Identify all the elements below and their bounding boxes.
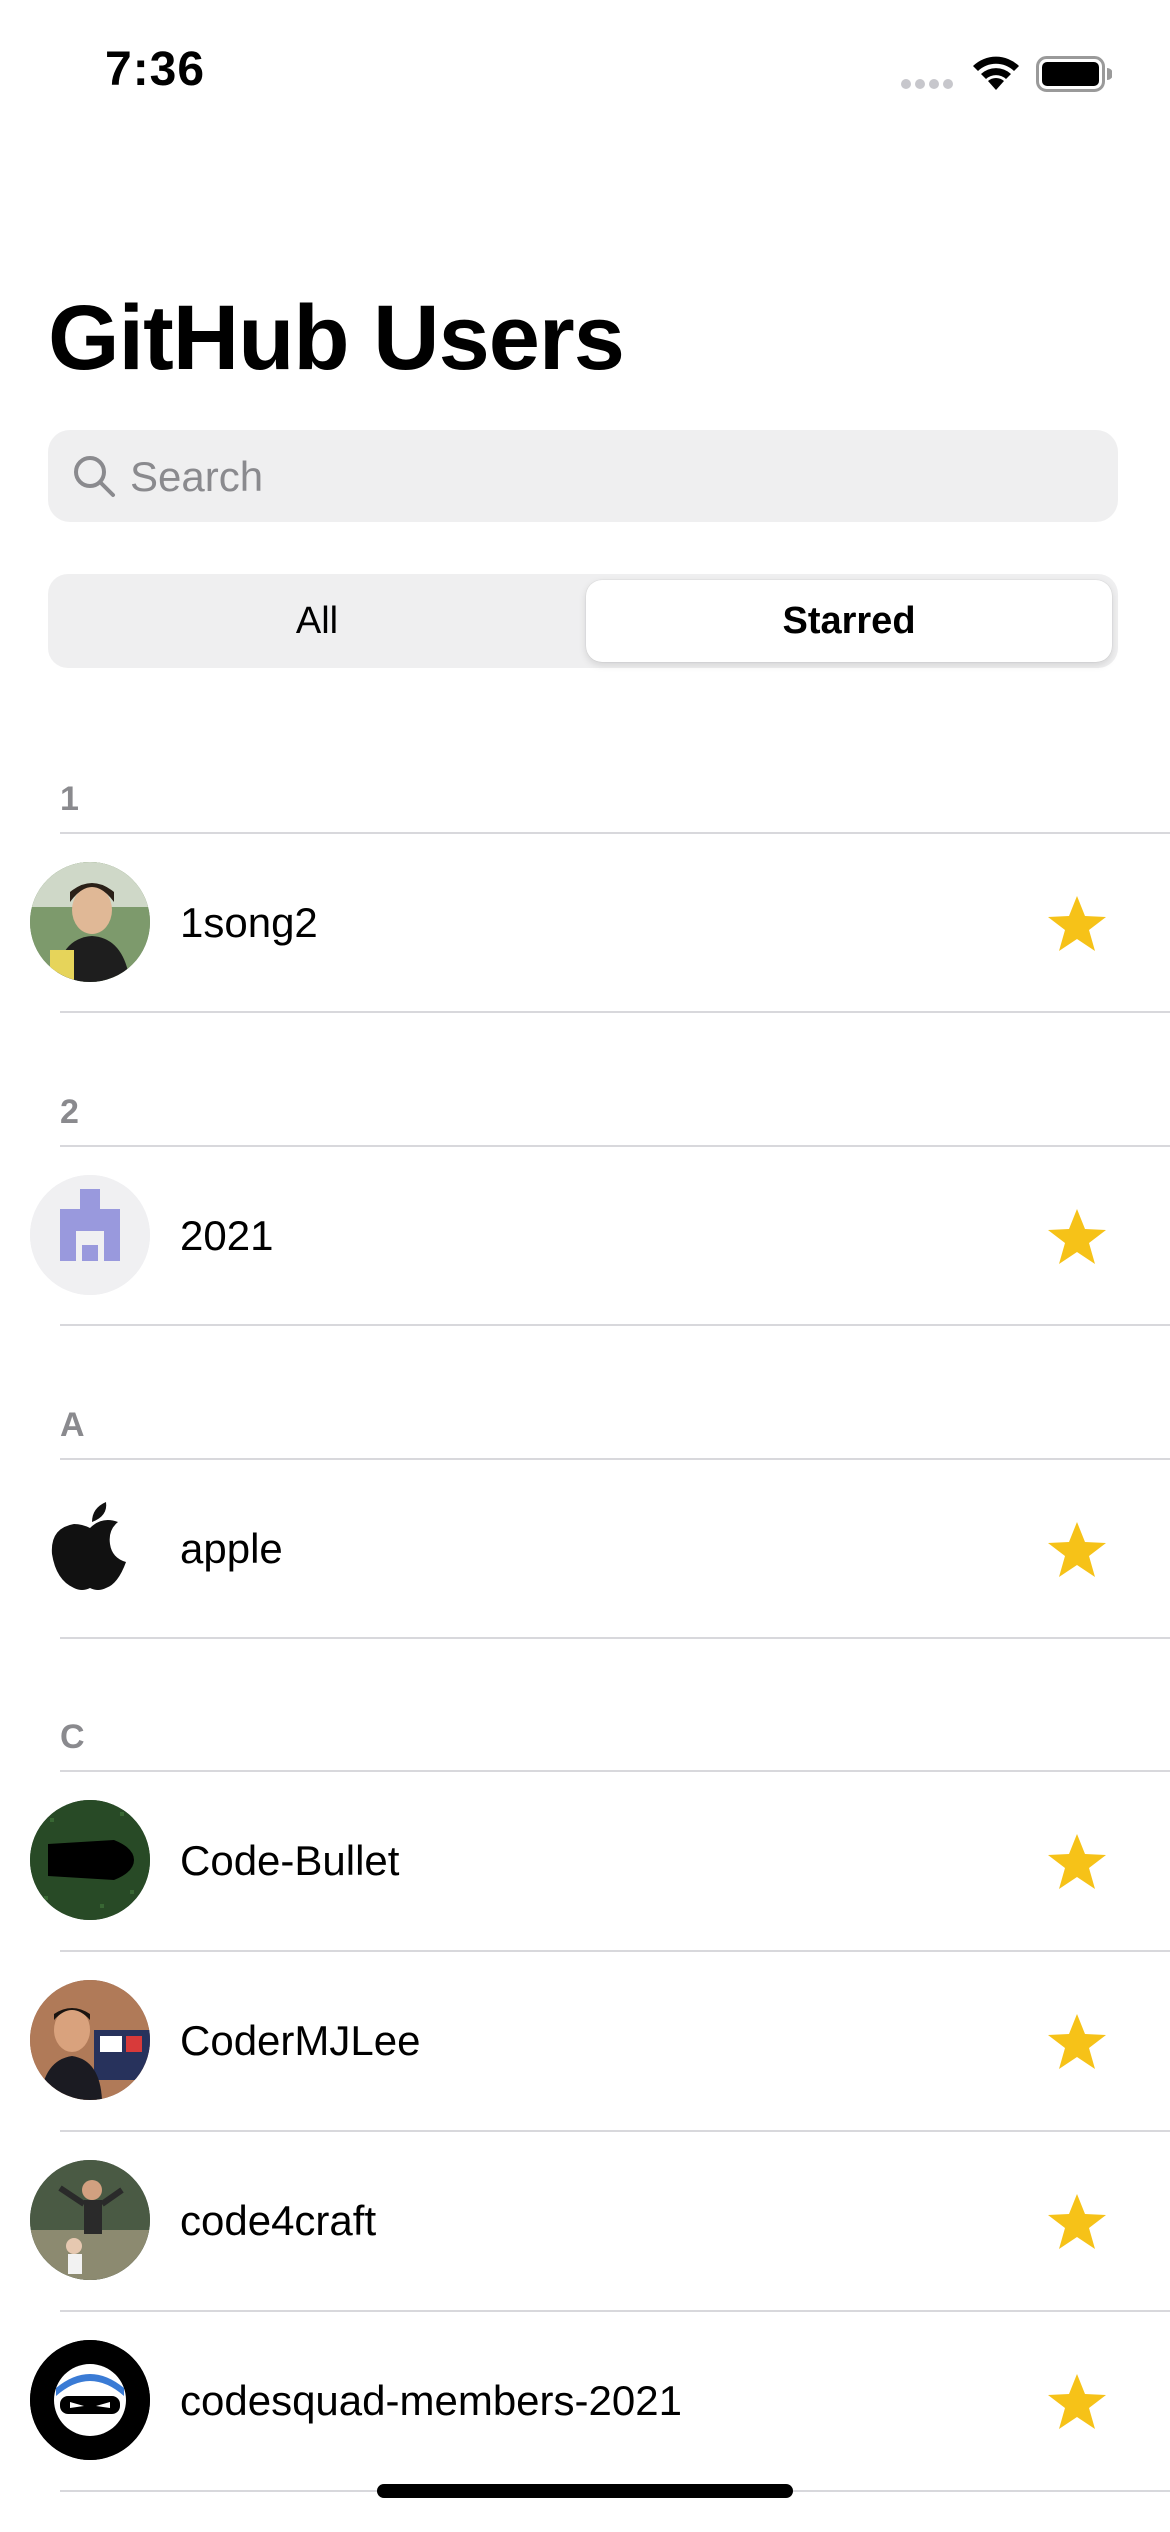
user-login: code4craft	[180, 2197, 377, 2244]
list-item[interactable]: code4craft	[0, 2132, 1170, 2310]
list-item[interactable]: 1song2	[0, 834, 1170, 1012]
home-indicator[interactable]	[377, 2484, 793, 2498]
section-header-2: 2	[60, 1093, 79, 1131]
star-icon[interactable]	[1046, 1832, 1108, 1892]
segment-starred[interactable]: Starred	[586, 580, 1112, 662]
filter-segmented-control: All Starred	[48, 574, 1118, 668]
avatar	[30, 1980, 150, 2100]
divider	[60, 1011, 1170, 1013]
wifi-icon	[973, 56, 1019, 90]
segment-all[interactable]: All	[54, 580, 580, 662]
star-icon[interactable]	[1046, 1520, 1108, 1580]
list-item[interactable]: 2021	[0, 1147, 1170, 1325]
ninja-avatar-icon	[30, 2340, 150, 2460]
avatar	[30, 862, 150, 982]
avatar	[30, 1175, 150, 1295]
list-item[interactable]: codesquad-members-2021	[0, 2312, 1170, 2490]
user-login: CoderMJLee	[180, 2017, 421, 2064]
star-icon[interactable]	[1046, 2372, 1108, 2432]
divider	[60, 1324, 1170, 1326]
user-login: Code-Bullet	[180, 1837, 400, 1884]
section-header-c: C	[60, 1718, 85, 1756]
user-login: 2021	[180, 1212, 274, 1259]
section-header-1: 1	[60, 780, 79, 818]
user-login: apple	[180, 1525, 283, 1572]
star-icon[interactable]	[1046, 2192, 1108, 2252]
avatar	[30, 1800, 150, 1920]
page-title: GitHub Users	[48, 287, 625, 389]
apple-logo-icon	[30, 1488, 150, 1608]
battery-icon	[1036, 56, 1112, 92]
star-icon[interactable]	[1046, 894, 1108, 954]
star-icon[interactable]	[1046, 2012, 1108, 2072]
list-item[interactable]: apple	[0, 1460, 1170, 1638]
user-login: codesquad-members-2021	[180, 2377, 682, 2424]
list-item[interactable]: Code-Bullet	[0, 1772, 1170, 1950]
search-icon	[74, 456, 115, 497]
star-icon[interactable]	[1046, 1207, 1108, 1267]
search-bar[interactable]	[48, 430, 1118, 524]
cellular-signal-icon	[901, 79, 953, 89]
status-time: 7:36	[105, 43, 206, 96]
search-input[interactable]	[128, 430, 1032, 524]
list-item[interactable]: CoderMJLee	[0, 1952, 1170, 2130]
user-login: 1song2	[180, 899, 318, 946]
section-header-a: A	[60, 1406, 85, 1444]
avatar	[30, 2160, 150, 2280]
divider	[60, 1637, 1170, 1639]
